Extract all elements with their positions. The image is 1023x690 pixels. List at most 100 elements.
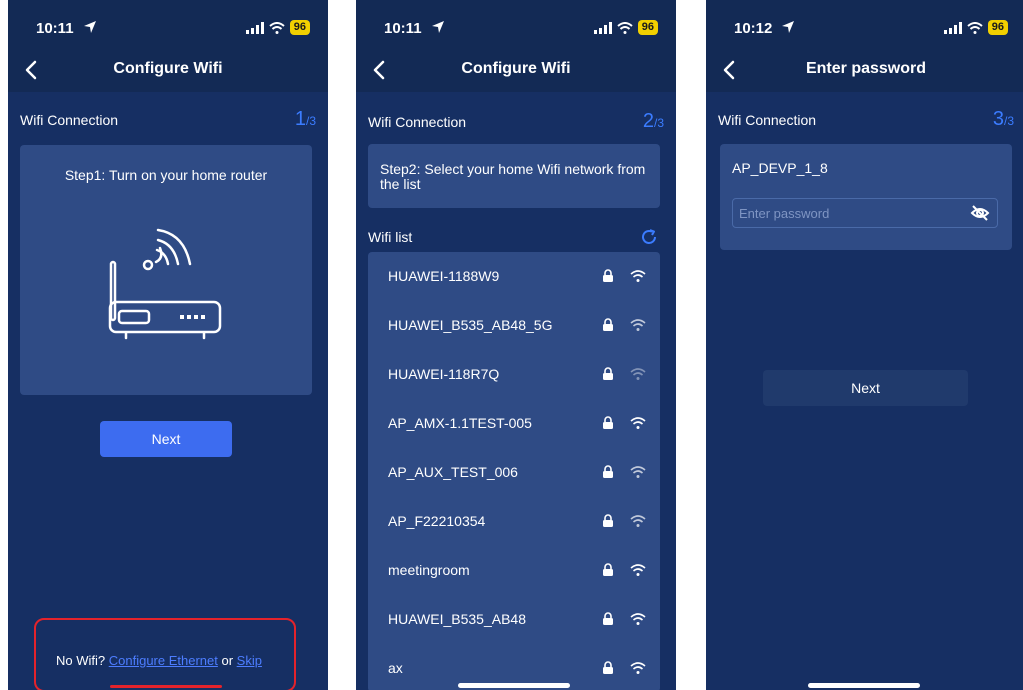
wifi-list: HUAWEI-1188W9 HUAWEI_B535_AB48_5G HUAWEI-1…: [368, 252, 660, 690]
configure-ethernet-link[interactable]: Configure Ethernet: [109, 653, 218, 668]
battery-badge: 96: [637, 20, 658, 35]
wifi-status-icon: [269, 21, 285, 34]
wifi-signal-icon: [630, 466, 646, 478]
nav-bar: Configure Wifi: [8, 50, 328, 92]
instruction-text: Step2: Select your home Wifi network fro…: [380, 161, 646, 192]
wifi-network-row[interactable]: HUAWEI_B535_AB48_5G: [368, 301, 660, 349]
wifi-signal-icon: [630, 564, 646, 576]
section-label: Wifi Connection: [368, 114, 467, 130]
wifi-network-name: HUAWEI_B535_AB48: [388, 611, 526, 627]
status-bar: 10:11 96: [356, 0, 676, 50]
footer-prefix: No Wifi?: [56, 653, 109, 668]
instruction-card: Step2: Select your home Wifi network fro…: [368, 144, 660, 208]
page-title: Configure Wifi: [461, 60, 571, 77]
lock-icon: [603, 563, 613, 576]
wifi-network-row[interactable]: AP_AUX_TEST_006: [368, 448, 660, 496]
lock-icon: [603, 318, 613, 331]
status-bar: 10:12 96: [706, 0, 1023, 50]
page-title: Enter password: [805, 60, 927, 77]
battery-badge: 96: [289, 20, 310, 35]
home-indicator: [110, 685, 222, 688]
password-card: AP_DEVP_1_8: [720, 144, 1012, 250]
wifi-network-name: AP_AUX_TEST_006: [388, 464, 518, 480]
home-indicator: [458, 683, 570, 688]
lock-icon: [603, 661, 613, 674]
wifi-status-icon: [967, 21, 983, 34]
lock-icon: [603, 416, 613, 429]
screen-configure-wifi-step1: 10:11 96 Configure Wifi Wifi Connection …: [8, 0, 328, 690]
step-current: 3: [992, 108, 1004, 130]
skip-link[interactable]: Skip: [237, 653, 262, 668]
section-label: Wifi Connection: [718, 112, 817, 128]
wifi-signal-icon: [630, 417, 646, 429]
page-title: Configure Wifi: [113, 60, 223, 77]
battery-badge: 96: [987, 20, 1008, 35]
step-total: /3: [305, 114, 316, 128]
status-time: 10:12: [734, 20, 773, 37]
status-bar: 10:11 96: [8, 0, 328, 50]
wifi-network-name: HUAWEI-1188W9: [388, 268, 500, 284]
wifi-signal-icon: [630, 319, 646, 331]
refresh-icon[interactable]: [640, 228, 658, 246]
wifi-network-row[interactable]: HUAWEI-1188W9: [368, 252, 660, 300]
wifi-network-row[interactable]: meetingroom: [368, 546, 660, 594]
wifi-network-name: ax: [388, 660, 403, 676]
status-indicators: 96: [245, 20, 310, 35]
nav-bar: Configure Wifi: [356, 50, 676, 92]
next-button[interactable]: Next: [763, 370, 968, 406]
instruction-text: Step1: Turn on your home router: [64, 167, 268, 183]
step-counter: 1/3: [295, 108, 316, 131]
wifi-network-name: HUAWEI_B535_AB48_5G: [388, 317, 553, 333]
eye-slash-icon[interactable]: [970, 204, 990, 222]
wifi-network-row[interactable]: AP_F22210354: [368, 497, 660, 545]
section-label: Wifi Connection: [20, 112, 119, 128]
step-counter: 3/3: [993, 108, 1014, 131]
status-indicators: 96: [593, 20, 658, 35]
wifi-signal-icon: [630, 270, 646, 282]
wifi-signal-icon: [630, 368, 646, 380]
wifi-status-icon: [617, 21, 633, 34]
wifi-signal-icon: [630, 613, 646, 625]
network-ssid: AP_DEVP_1_8: [732, 160, 828, 176]
content-area: Wifi Connection 1/3 Step1: Turn on your …: [8, 92, 328, 690]
wifi-network-name: AP_AMX-1.1TEST-005: [388, 415, 532, 431]
step-total: /3: [653, 116, 664, 130]
next-button[interactable]: Next: [100, 421, 232, 457]
lock-icon: [603, 465, 613, 478]
wifi-signal-icon: [630, 662, 646, 674]
cellular-signal-icon: [245, 21, 264, 34]
wifi-network-name: AP_F22210354: [388, 513, 486, 529]
wifi-network-name: HUAWEI-118R7Q: [388, 366, 500, 382]
wifi-network-name: meetingroom: [388, 562, 470, 578]
step-total: /3: [1003, 114, 1014, 128]
wifi-signal-icon: [630, 515, 646, 527]
step-current: 1: [294, 108, 306, 130]
location-arrow-icon: [432, 21, 444, 33]
wifi-network-row[interactable]: HUAWEI-118R7Q: [368, 350, 660, 398]
wifi-network-row[interactable]: HUAWEI_B535_AB48: [368, 595, 660, 643]
no-wifi-footer: No Wifi? Configure Ethernet or Skip: [56, 653, 262, 668]
status-time: 10:11: [384, 20, 422, 37]
nav-bar: Enter password: [706, 50, 1023, 92]
wifi-list-label: Wifi list: [368, 229, 413, 245]
cellular-signal-icon: [593, 21, 612, 34]
location-arrow-icon: [84, 21, 96, 33]
lock-icon: [603, 269, 613, 282]
step-counter: 2/3: [643, 110, 664, 133]
screen-configure-wifi-step2: 10:11 96 Configure Wifi Wifi Connection …: [356, 0, 676, 690]
content-area: Wifi Connection 2/3 Step2: Select your h…: [356, 92, 676, 690]
wifi-network-row[interactable]: AP_AMX-1.1TEST-005: [368, 399, 660, 447]
status-indicators: 96: [943, 20, 1008, 35]
status-time: 10:11: [36, 20, 74, 37]
lock-icon: [603, 612, 613, 625]
content-area: Wifi Connection 3/3 AP_DEVP_1_8 Next: [706, 92, 1023, 690]
step-current: 2: [642, 110, 654, 132]
password-input[interactable]: [732, 198, 998, 228]
lock-icon: [603, 514, 613, 527]
cellular-signal-icon: [943, 21, 962, 34]
screen-enter-password: 10:12 96 Enter password Wifi Connection …: [706, 0, 1023, 690]
router-illustration-icon: [108, 228, 222, 340]
home-indicator: [808, 683, 920, 688]
footer-mid: or: [217, 653, 237, 668]
instruction-card: Step1: Turn on your home router: [20, 145, 312, 395]
